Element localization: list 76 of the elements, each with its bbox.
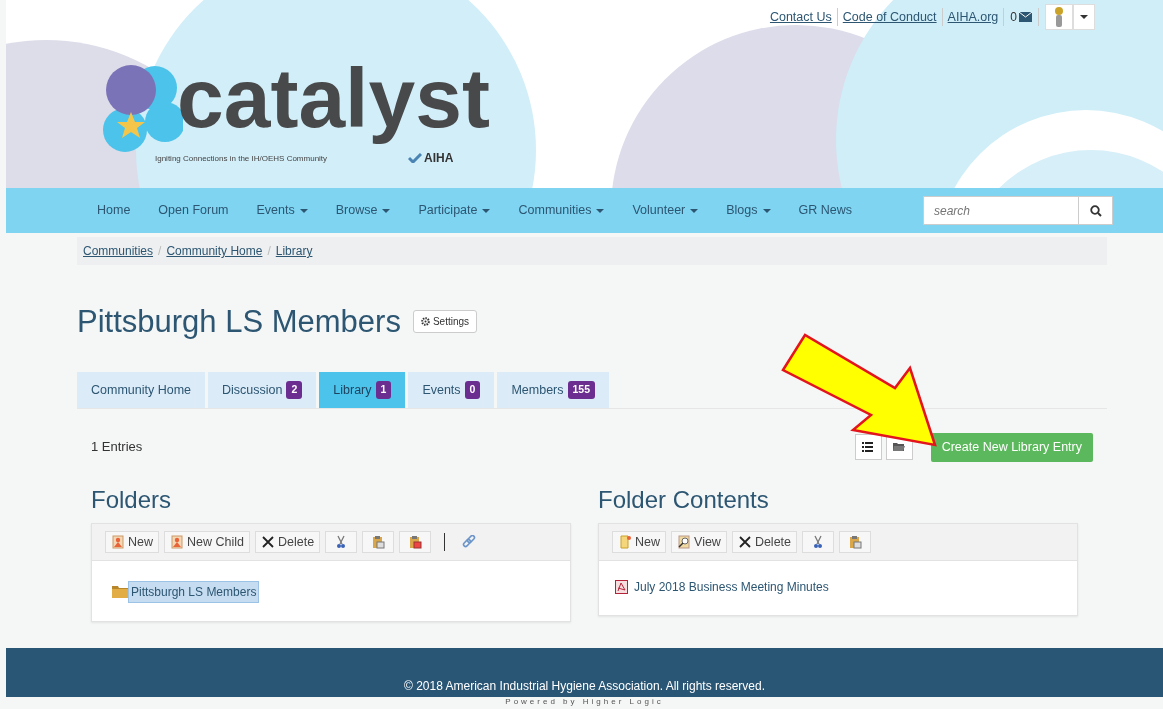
pdf-file-icon [615, 580, 628, 594]
toolbar-divider [444, 533, 446, 551]
toolbar-button[interactable] [839, 531, 872, 553]
list-view-icon [862, 441, 875, 454]
close-icon [737, 535, 752, 549]
breadcrumb-separator: / [266, 243, 272, 260]
clipboard-icon [408, 535, 423, 549]
count-badge: 0 [464, 381, 481, 400]
tab[interactable]: Members 155 [497, 372, 610, 409]
search-button[interactable] [1079, 196, 1113, 225]
toolbar-button[interactable]: New Child [164, 531, 250, 553]
list-view-button[interactable] [854, 434, 882, 461]
search-field[interactable]: search [923, 196, 1079, 225]
breadcrumb-link[interactable]: Community Home [166, 242, 263, 260]
nav-link[interactable]: Open Forum [144, 201, 243, 220]
breadcrumb-separator: / [157, 243, 163, 260]
search-icon [1089, 205, 1102, 218]
powered-by-text: Powered by Higher Logic [504, 697, 665, 706]
toolbar-button[interactable]: View [671, 531, 727, 553]
header-link[interactable]: Contact Us [764, 7, 838, 27]
nav-link[interactable]: Participate [404, 201, 505, 220]
tree-node[interactable]: Pittsburgh LS Members [128, 581, 260, 603]
settings-button[interactable]: Settings [412, 310, 478, 334]
user-avatar-button[interactable] [1045, 4, 1073, 30]
tab[interactable]: Events 0 [408, 372, 495, 409]
tab[interactable]: Discussion 2 [208, 372, 317, 409]
tab[interactable]: Library 1 [319, 372, 406, 409]
message-count: 0 [1010, 9, 1017, 26]
breadcrumb-link[interactable]: Communities [83, 242, 154, 260]
link-icon[interactable] [462, 535, 477, 549]
entries-count: 1 Entries [91, 438, 143, 457]
check-icon [408, 153, 422, 163]
avatar-icon [1052, 6, 1066, 28]
toolbar-button[interactable] [802, 531, 835, 553]
toolbar-button[interactable]: New [105, 531, 159, 553]
breadcrumb-link[interactable]: Library [275, 242, 313, 260]
envelope-icon[interactable] [1019, 12, 1032, 22]
header-link[interactable]: Code of Conduct [837, 7, 943, 27]
tab[interactable]: Community Home [77, 372, 206, 409]
close-icon [261, 535, 275, 549]
logo-wordmark: catalyst [176, 50, 491, 147]
person-icon [111, 535, 125, 549]
toolbar-button[interactable]: Delete [731, 531, 798, 553]
magnifier-icon [677, 535, 691, 549]
org-logo-text: AIHA [424, 150, 454, 167]
toolbar-button[interactable]: Delete [255, 531, 321, 553]
nav-link[interactable]: Volunteer [618, 201, 713, 220]
count-badge: 155 [567, 381, 596, 400]
clipboard-icon [371, 535, 386, 549]
nav-link[interactable]: GR News [784, 201, 866, 220]
copyright-text: © 2018 American Industrial Hygiene Association. All rights reserved. [404, 678, 765, 695]
person-icon [170, 535, 184, 549]
count-badge: 1 [375, 381, 392, 400]
nav-link[interactable]: Browse [321, 201, 405, 220]
header-link[interactable]: AIHA.org [942, 7, 1005, 27]
nav-link[interactable]: Home [83, 201, 145, 220]
file-link[interactable]: July 2018 Business Meeting Minutes [634, 578, 829, 596]
count-badge: 2 [286, 381, 303, 400]
folder-icon [112, 585, 128, 599]
gear-icon [420, 317, 430, 327]
caret-icon [1080, 15, 1088, 19]
document-icon [618, 535, 632, 549]
section-heading: Folder Contents [598, 486, 770, 515]
page-title: Pittsburgh LS Members [77, 303, 401, 341]
folder-icon [893, 441, 906, 454]
dropdown-button[interactable] [1073, 4, 1095, 30]
toolbar-button[interactable] [325, 531, 358, 553]
nav-link[interactable]: Communities [504, 201, 619, 220]
toolbar-button[interactable] [362, 531, 395, 553]
logo-tagline: Igniting Connections in the IH/OEHS Community [155, 153, 328, 165]
nav-link[interactable]: Events [242, 201, 322, 220]
clipboard-icon [848, 535, 863, 549]
toolbar-button[interactable]: New [612, 531, 666, 553]
section-heading: Folders [91, 486, 173, 515]
toolbar-button[interactable] [399, 531, 432, 553]
nav-link[interactable]: Blogs [712, 201, 785, 220]
